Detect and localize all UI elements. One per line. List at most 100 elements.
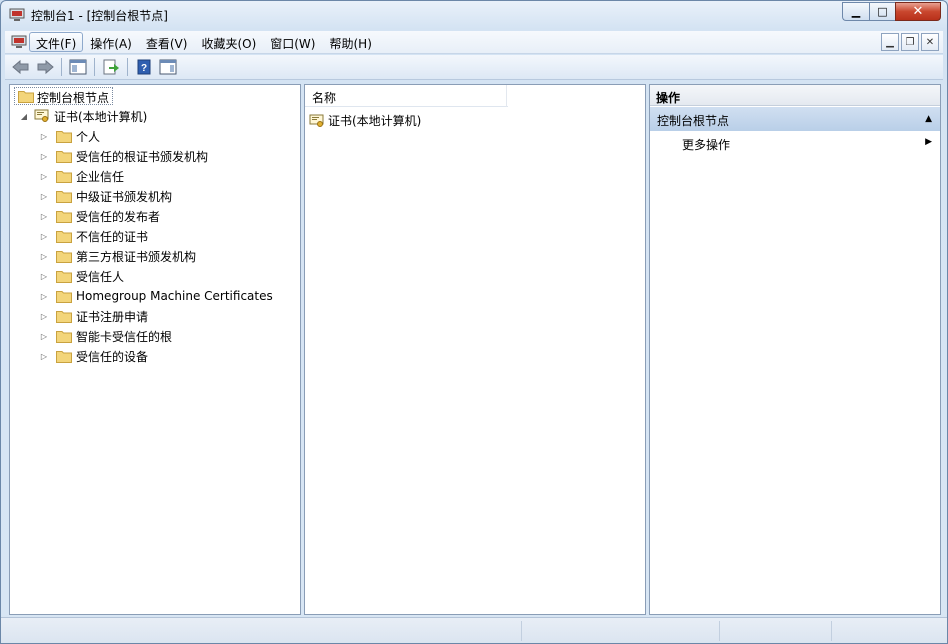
mdi-restore-button[interactable]: ❐ bbox=[901, 33, 919, 51]
column-header-name[interactable]: 名称 bbox=[305, 85, 507, 107]
expand-icon[interactable]: ▷ bbox=[38, 292, 50, 301]
collapse-icon[interactable]: ◢ bbox=[18, 112, 30, 121]
status-panel bbox=[831, 621, 943, 641]
show-hide-console-tree-button[interactable] bbox=[68, 57, 88, 77]
tree-item-label: 个人 bbox=[76, 129, 101, 144]
tree-item[interactable]: ▷ 受信任的设备 bbox=[38, 346, 148, 366]
tree-item[interactable]: ▷ 个人 bbox=[38, 126, 100, 146]
back-arrow-icon bbox=[12, 59, 29, 75]
export-list-button[interactable] bbox=[101, 57, 121, 77]
toolbar-separator bbox=[61, 58, 62, 76]
tree-item-label: Homegroup Machine Certificates bbox=[76, 289, 273, 303]
tree-item[interactable]: ▷ 企业信任 bbox=[38, 166, 124, 186]
tree-item-label: 受信任的根证书颁发机构 bbox=[76, 149, 209, 164]
help-icon: ? bbox=[137, 59, 151, 75]
tree-root-label: 控制台根节点 bbox=[37, 91, 110, 105]
tree-item[interactable]: ▷ 中级证书颁发机构 bbox=[38, 186, 172, 206]
expand-icon[interactable]: ▷ bbox=[38, 352, 50, 361]
status-panel bbox=[719, 621, 831, 641]
tree-node-certificates[interactable]: ◢ 证书(本地计算机) bbox=[18, 106, 147, 126]
mdi-close-button[interactable]: ✕ bbox=[921, 33, 939, 51]
folder-icon bbox=[56, 150, 72, 163]
certificate-icon bbox=[34, 109, 49, 122]
tree-root-node[interactable]: 控制台根节点 bbox=[14, 87, 114, 105]
expand-icon[interactable]: ▷ bbox=[38, 132, 50, 141]
tree-item[interactable]: ▷ 受信任的根证书颁发机构 bbox=[38, 146, 208, 166]
close-button[interactable]: ✕ bbox=[895, 2, 941, 21]
folder-icon bbox=[56, 290, 72, 303]
results-pane: 名称 证书(本地计算机) bbox=[304, 84, 646, 615]
column-header-empty bbox=[508, 85, 645, 107]
tree-item-label: 第三方根证书颁发机构 bbox=[76, 249, 197, 264]
toolbar: ? bbox=[5, 55, 943, 80]
submenu-arrow-icon: ▶ bbox=[925, 137, 932, 147]
expand-icon[interactable]: ▷ bbox=[38, 152, 50, 161]
tree-item[interactable]: ▷ 智能卡受信任的根 bbox=[38, 326, 172, 346]
more-actions-label: 更多操作 bbox=[682, 138, 731, 152]
tree-item-label: 受信任人 bbox=[76, 269, 125, 284]
mmc-window: 控制台1 - [控制台根节点] ▁ □ ✕ 文件(F) 操作(A) 查看(V) … bbox=[0, 0, 948, 644]
mmc-console-icon bbox=[9, 8, 25, 21]
expand-icon[interactable]: ▷ bbox=[38, 172, 50, 181]
toolbar-separator bbox=[94, 58, 95, 76]
title-bar[interactable]: 控制台1 - [控制台根节点] ▁ □ ✕ bbox=[1, 1, 947, 29]
maximize-icon: □ bbox=[877, 5, 888, 18]
show-hide-console-tree-icon bbox=[69, 59, 87, 75]
tree-item-label: 中级证书颁发机构 bbox=[76, 189, 173, 204]
minimize-icon: ▁ bbox=[851, 5, 861, 18]
console-tree-pane: 控制台根节点 ◢ 证书(本地计算机) ▷ 个人 ▷ 受信任的根证书颁发机构 ▷ … bbox=[9, 84, 301, 615]
expand-icon[interactable]: ▷ bbox=[38, 272, 50, 281]
tree-item[interactable]: ▷ 不信任的证书 bbox=[38, 226, 148, 246]
menu-window[interactable]: 窗口(W) bbox=[263, 32, 322, 52]
menu-file[interactable]: 文件(F) bbox=[29, 32, 84, 52]
caption-buttons: ▁ □ ✕ bbox=[842, 2, 941, 21]
folder-icon bbox=[56, 250, 72, 263]
menu-favorites[interactable]: 收藏夹(O) bbox=[194, 32, 263, 52]
menu-view[interactable]: 查看(V) bbox=[139, 32, 195, 52]
show-hide-action-pane-button[interactable] bbox=[158, 57, 178, 77]
mdi-minimize-button[interactable]: ▁ bbox=[881, 33, 899, 51]
expand-icon[interactable]: ▷ bbox=[38, 192, 50, 201]
actions-section-title: 控制台根节点 bbox=[657, 114, 730, 128]
more-actions-item[interactable]: 更多操作 ▶ bbox=[650, 133, 940, 153]
tree-item-label: 企业信任 bbox=[76, 169, 125, 184]
folder-icon bbox=[56, 350, 72, 363]
tree-item[interactable]: ▷ 受信任人 bbox=[38, 266, 124, 286]
folder-icon bbox=[56, 270, 72, 283]
expand-icon[interactable]: ▷ bbox=[38, 332, 50, 341]
collapse-up-icon[interactable]: ▲ bbox=[925, 114, 932, 124]
actions-header: 操作 bbox=[650, 85, 940, 106]
folder-icon bbox=[56, 330, 72, 343]
maximize-button[interactable]: □ bbox=[869, 2, 895, 21]
window-title: 控制台1 - [控制台根节点] bbox=[31, 9, 168, 23]
folder-icon bbox=[56, 130, 72, 143]
minimize-button[interactable]: ▁ bbox=[842, 2, 869, 21]
tree-item[interactable]: ▷ Homegroup Machine Certificates bbox=[38, 286, 273, 306]
help-button[interactable]: ? bbox=[134, 57, 154, 77]
back-button[interactable] bbox=[11, 57, 31, 77]
folder-icon bbox=[56, 170, 72, 183]
folder-icon bbox=[56, 190, 72, 203]
menu-bar: 文件(F) 操作(A) 查看(V) 收藏夹(O) 窗口(W) 帮助(H) ▁ ❐… bbox=[5, 31, 943, 54]
tree-item[interactable]: ▷ 证书注册申请 bbox=[38, 306, 148, 326]
status-panel bbox=[521, 621, 719, 641]
menu-action[interactable]: 操作(A) bbox=[83, 32, 139, 52]
system-menu-icon[interactable] bbox=[11, 34, 27, 50]
expand-icon[interactable]: ▷ bbox=[38, 232, 50, 241]
folder-icon bbox=[56, 230, 72, 243]
tree-item-label: 不信任的证书 bbox=[76, 229, 149, 244]
menu-help[interactable]: 帮助(H) bbox=[322, 32, 378, 52]
expand-icon[interactable]: ▷ bbox=[38, 212, 50, 221]
expand-icon[interactable]: ▷ bbox=[38, 252, 50, 261]
folder-icon bbox=[56, 210, 72, 223]
tree-item-label: 证书注册申请 bbox=[76, 309, 149, 324]
certificate-icon bbox=[309, 114, 324, 127]
tree-item[interactable]: ▷ 第三方根证书颁发机构 bbox=[38, 246, 196, 266]
list-item[interactable]: 证书(本地计算机) bbox=[309, 112, 421, 129]
mdi-caption-buttons: ▁ ❐ ✕ bbox=[881, 33, 939, 51]
expand-icon[interactable]: ▷ bbox=[38, 312, 50, 321]
tree-item[interactable]: ▷ 受信任的发布者 bbox=[38, 206, 160, 226]
actions-section-header[interactable]: 控制台根节点 ▲ bbox=[650, 107, 940, 131]
folder-icon bbox=[18, 91, 34, 103]
forward-button[interactable] bbox=[35, 57, 55, 77]
